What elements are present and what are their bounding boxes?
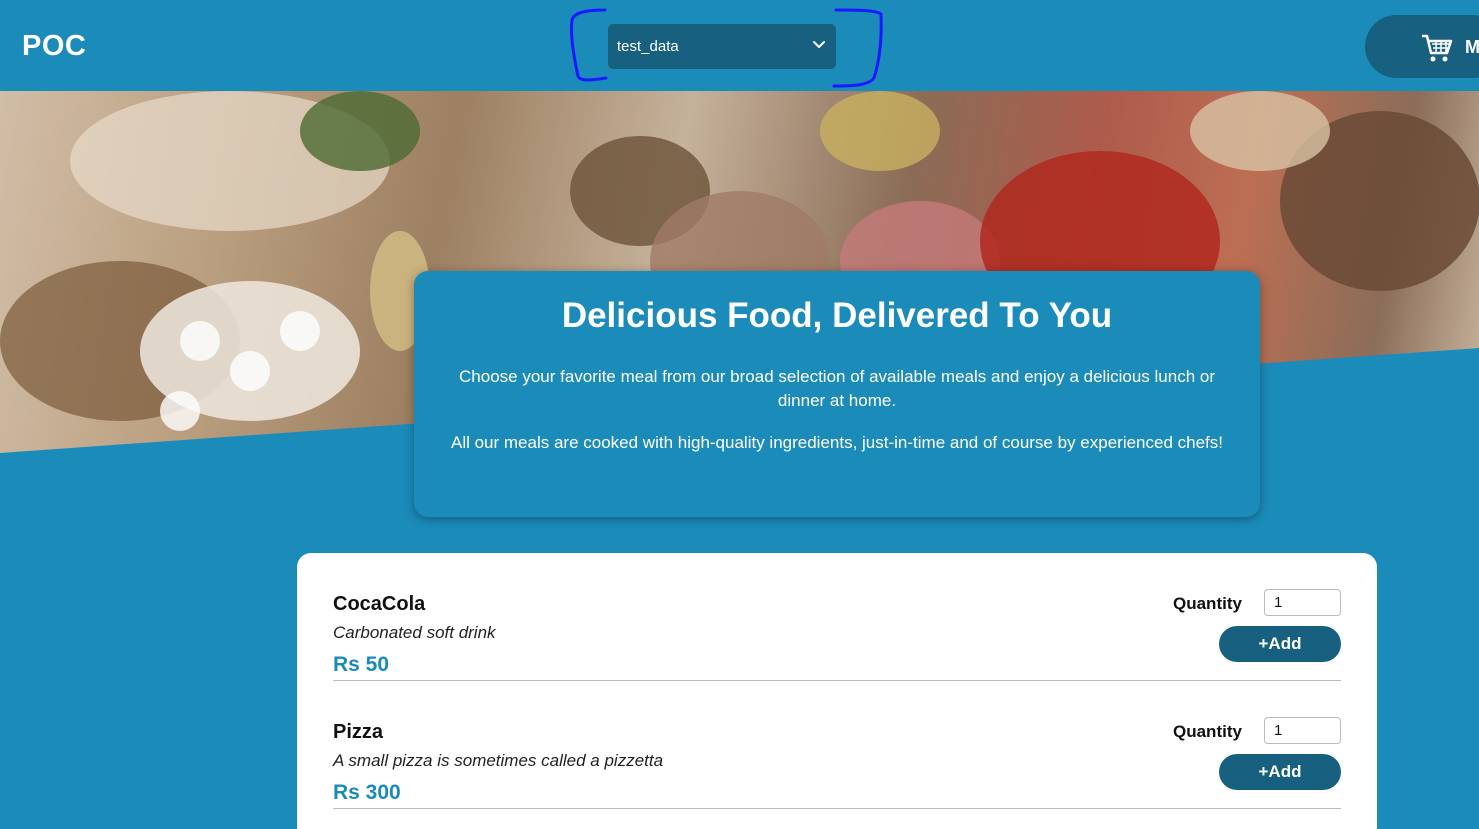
cart-icon xyxy=(1422,34,1453,62)
meals-list: CocaCola Carbonated soft drink Rs 50 Qua… xyxy=(297,553,1377,829)
quantity-label: Quantity xyxy=(1173,722,1242,741)
dataset-select-value: test_data xyxy=(617,38,679,55)
summary-title: Delicious Food, Delivered To You xyxy=(561,296,1113,335)
meal-description: A small pizza is sometimes called a pizz… xyxy=(333,751,664,770)
dataset-select[interactable]: test_data xyxy=(608,24,836,69)
meal-name: Pizza xyxy=(333,721,384,743)
quantity-label: Quantity xyxy=(1173,594,1242,613)
quantity-input[interactable] xyxy=(1264,589,1341,616)
chevron-down-icon xyxy=(813,41,825,48)
summary-paragraph: Choose your favorite meal from our broad… xyxy=(459,367,1215,410)
top-navbar: POC test_data M xyxy=(0,0,1479,91)
add-to-cart-button[interactable]: +Add xyxy=(1219,626,1341,662)
meal-name: CocaCola xyxy=(333,593,426,615)
meal-description: Carbonated soft drink xyxy=(333,623,496,642)
meals-summary-card: Delicious Food, Delivered To You Choose … xyxy=(414,271,1260,517)
app-logo[interactable]: POC xyxy=(22,30,86,63)
summary-paragraph: All our meals are cooked with high-quali… xyxy=(450,433,1223,452)
cart-button[interactable]: M xyxy=(1365,15,1479,78)
meal-item: Pizza A small pizza is sometimes called … xyxy=(333,681,1341,809)
cart-button-label: M xyxy=(1465,37,1479,57)
quantity-input[interactable] xyxy=(1264,717,1341,744)
meal-price: Rs 300 xyxy=(333,781,401,804)
add-to-cart-button[interactable]: +Add xyxy=(1219,754,1341,790)
meal-price: Rs 50 xyxy=(333,653,390,676)
meal-item: CocaCola Carbonated soft drink Rs 50 Qua… xyxy=(333,553,1341,681)
